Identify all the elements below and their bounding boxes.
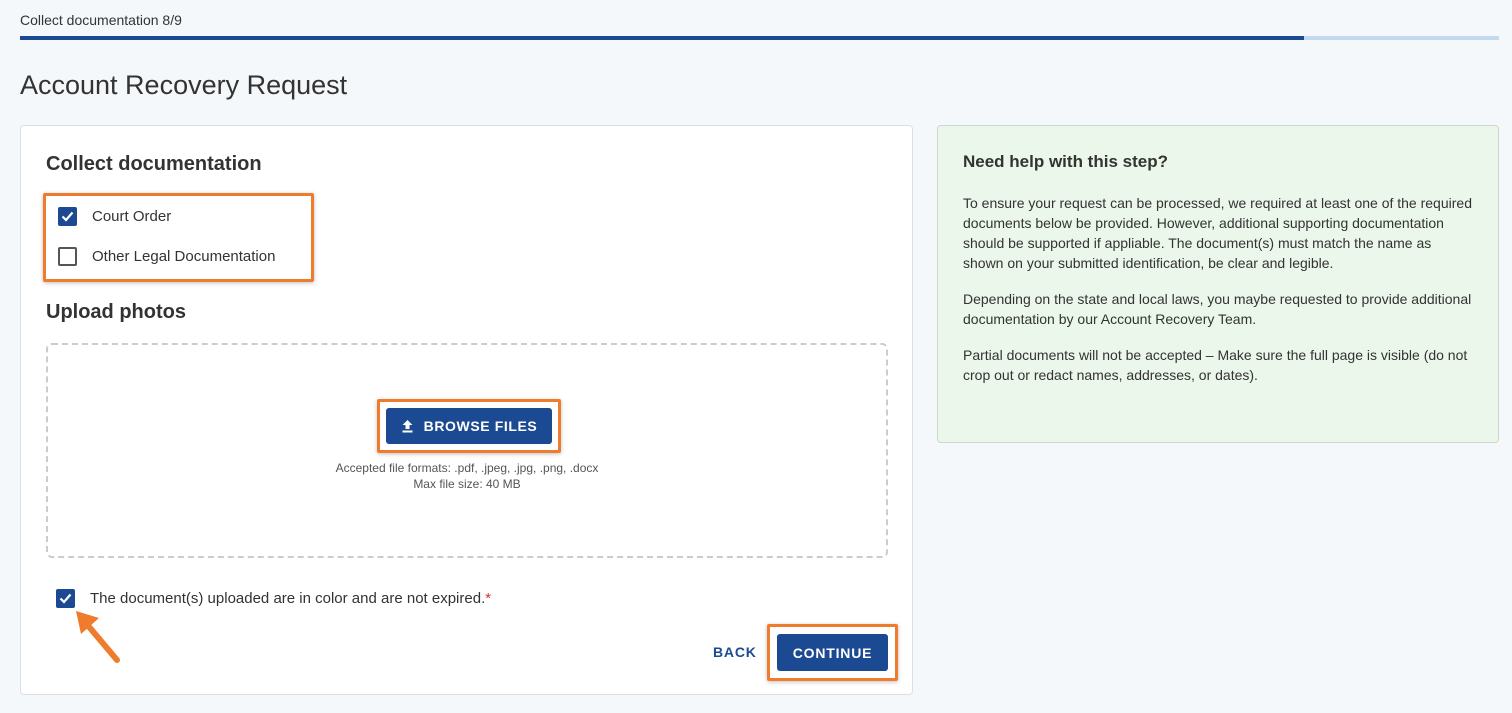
browse-files-label: BROWSE FILES xyxy=(423,418,538,434)
checkmark-icon xyxy=(59,593,72,604)
help-paragraph: Depending on the state and local laws, y… xyxy=(963,291,1472,327)
accepted-formats-text: Accepted file formats: .pdf, .jpeg, .jpg… xyxy=(335,461,599,475)
option-court-order[interactable]: Court Order xyxy=(58,207,171,226)
help-paragraph: Partial documents will not be accepted –… xyxy=(963,347,1468,383)
help-panel: Need help with this step? To ensure your… xyxy=(937,125,1499,443)
required-marker: * xyxy=(485,590,492,607)
page-title: Account Recovery Request xyxy=(20,70,348,100)
back-button[interactable]: BACK xyxy=(713,644,757,660)
documentation-card: Collect documentation Court Order Other … xyxy=(20,125,913,695)
progress-bar-fill xyxy=(20,36,1304,40)
help-paragraph: To ensure your request can be processed,… xyxy=(963,195,1472,271)
other-legal-documentation-label: Other Legal Documentation xyxy=(92,248,276,265)
confirm-documents-text: The document(s) uploaded are in color an… xyxy=(90,590,486,607)
annotation-arrow-icon xyxy=(76,611,120,663)
progress-step-label: Collect documentation 8/9 xyxy=(20,12,182,28)
confirm-documents-checkbox[interactable] xyxy=(56,589,75,608)
browse-files-button[interactable]: BROWSE FILES xyxy=(386,408,552,444)
court-order-checkbox[interactable] xyxy=(58,207,77,226)
upload-icon xyxy=(402,420,413,433)
collect-documentation-heading: Collect documentation xyxy=(46,153,262,175)
progress-bar xyxy=(20,36,1499,40)
court-order-label: Court Order xyxy=(92,208,172,225)
other-legal-documentation-checkbox[interactable] xyxy=(58,247,77,266)
browse-files-highlight: BROWSE FILES xyxy=(377,399,561,453)
help-title: Need help with this step? xyxy=(963,152,1168,171)
file-dropzone[interactable]: BROWSE FILES Accepted file formats: .pdf… xyxy=(46,343,888,558)
document-type-options: Court Order Other Legal Documentation xyxy=(43,193,314,282)
continue-button[interactable]: CONTINUE xyxy=(777,634,888,671)
continue-highlight: CONTINUE xyxy=(767,624,898,681)
confirm-documents-label: The document(s) uploaded are in color an… xyxy=(90,590,491,607)
confirm-documents-row[interactable]: The document(s) uploaded are in color an… xyxy=(56,589,491,608)
upload-photos-heading: Upload photos xyxy=(46,301,186,323)
checkmark-icon xyxy=(61,211,74,222)
option-other-legal-documentation[interactable]: Other Legal Documentation xyxy=(58,247,275,266)
max-file-size-text: Max file size: 40 MB xyxy=(413,477,521,491)
